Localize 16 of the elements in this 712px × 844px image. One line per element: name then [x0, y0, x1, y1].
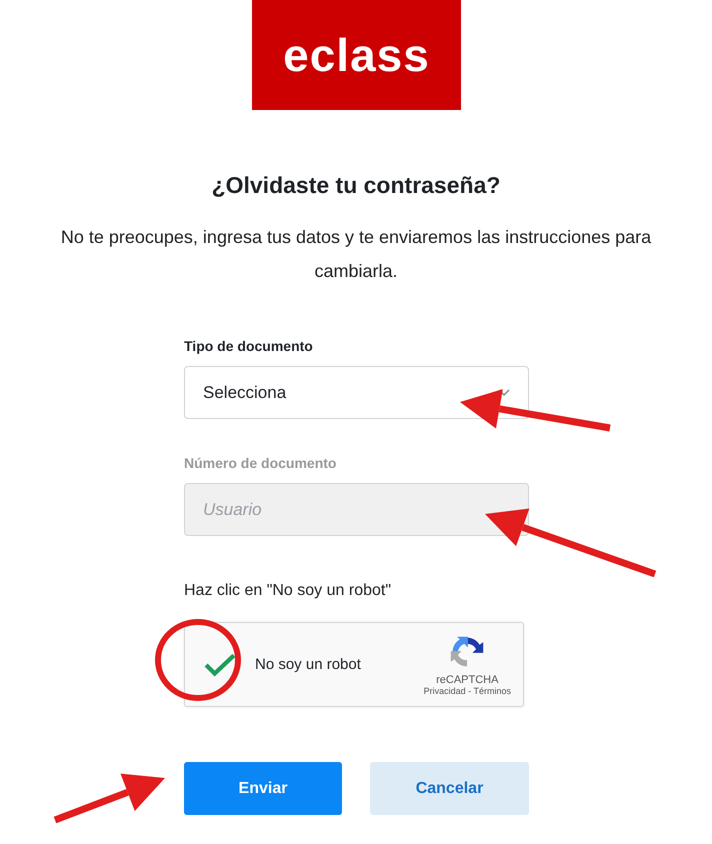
privacy-link[interactable]: Privacidad [424, 686, 466, 696]
description-text: No te preocupes, ingresa tus datos y te enviaremos las instrucciones para cambiarla. [60, 226, 652, 283]
link-separator: - [467, 686, 472, 696]
submit-button[interactable]: Enviar [184, 762, 342, 815]
recaptcha-brand: reCAPTCHA [436, 674, 498, 686]
recaptcha-logo-icon [449, 634, 486, 670]
page-title: ¿Olvidaste tu contraseña? [212, 171, 500, 200]
captcha-label: No soy un robot [255, 656, 362, 673]
captcha-prompt: Haz clic en "No soy un robot" [184, 582, 392, 600]
document-type-select[interactable]: Selecciona [184, 366, 529, 419]
field-label: Número de documento [184, 455, 336, 471]
chevron-down-icon [498, 388, 510, 396]
terms-link[interactable]: Términos [473, 686, 511, 696]
cancel-button[interactable]: Cancelar [370, 762, 529, 815]
field-label: Tipo de documento [184, 338, 313, 354]
logo: eclass [252, 0, 461, 110]
